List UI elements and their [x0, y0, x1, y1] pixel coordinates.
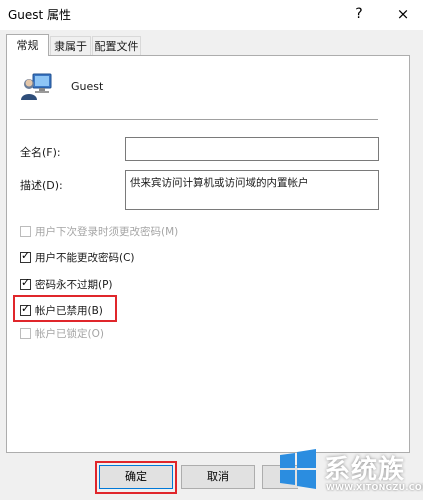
windows-logo-icon: [280, 449, 316, 489]
highlight-box: [95, 461, 177, 494]
watermark: 系统族 WWW.XITONGZU.COM: [276, 443, 423, 500]
checkbox-row-password-never-expires[interactable]: ✓ 密码永不过期(P): [20, 276, 113, 292]
tab-general[interactable]: 常规: [6, 34, 49, 56]
close-button[interactable]: ×: [388, 2, 418, 26]
checkbox-cannot-change-password[interactable]: ✓: [20, 248, 31, 263]
tab-member-of[interactable]: 隶属于: [50, 36, 91, 55]
checkbox-row-account-locked[interactable]: 帐户已锁定(O): [20, 325, 104, 341]
description-label: 描述(D):: [20, 179, 63, 192]
description-field[interactable]: 供来宾访问计算机或访问域的内置帐户: [125, 170, 379, 210]
checkbox-must-change-password[interactable]: [20, 225, 31, 237]
highlight-box: [13, 295, 117, 322]
checkbox-row-must-change-password[interactable]: 用户下次登录时须更改密码(M): [20, 223, 178, 239]
checkbox-label: 密码永不过期(P): [35, 278, 113, 291]
window-title: Guest 属性: [8, 8, 72, 22]
cancel-button[interactable]: 取消: [181, 465, 255, 489]
watermark-url: WWW.XITONGZU.COM: [326, 483, 423, 492]
separator: [20, 119, 378, 120]
fullname-label: 全名(F):: [20, 146, 61, 159]
help-button[interactable]: ?: [344, 2, 374, 26]
user-computer-icon: [21, 73, 52, 100]
checkbox-account-locked[interactable]: [20, 327, 31, 339]
checkbox-label: 帐户已锁定(O): [35, 327, 104, 340]
fullname-field[interactable]: [125, 137, 379, 161]
watermark-text: 系统族: [324, 455, 406, 485]
title-bar: Guest 属性 ? ×: [0, 0, 423, 30]
user-name: Guest: [71, 80, 104, 93]
check-icon: ✓: [21, 275, 31, 289]
checkbox-label: 用户下次登录时须更改密码(M): [35, 225, 179, 238]
checkbox-password-never-expires[interactable]: ✓: [20, 275, 31, 290]
checkbox-label: 用户不能更改密码(C): [35, 251, 135, 264]
check-icon: ✓: [21, 248, 31, 262]
checkbox-row-cannot-change-password[interactable]: ✓ 用户不能更改密码(C): [20, 249, 135, 265]
tab-profile[interactable]: 配置文件: [92, 36, 141, 55]
